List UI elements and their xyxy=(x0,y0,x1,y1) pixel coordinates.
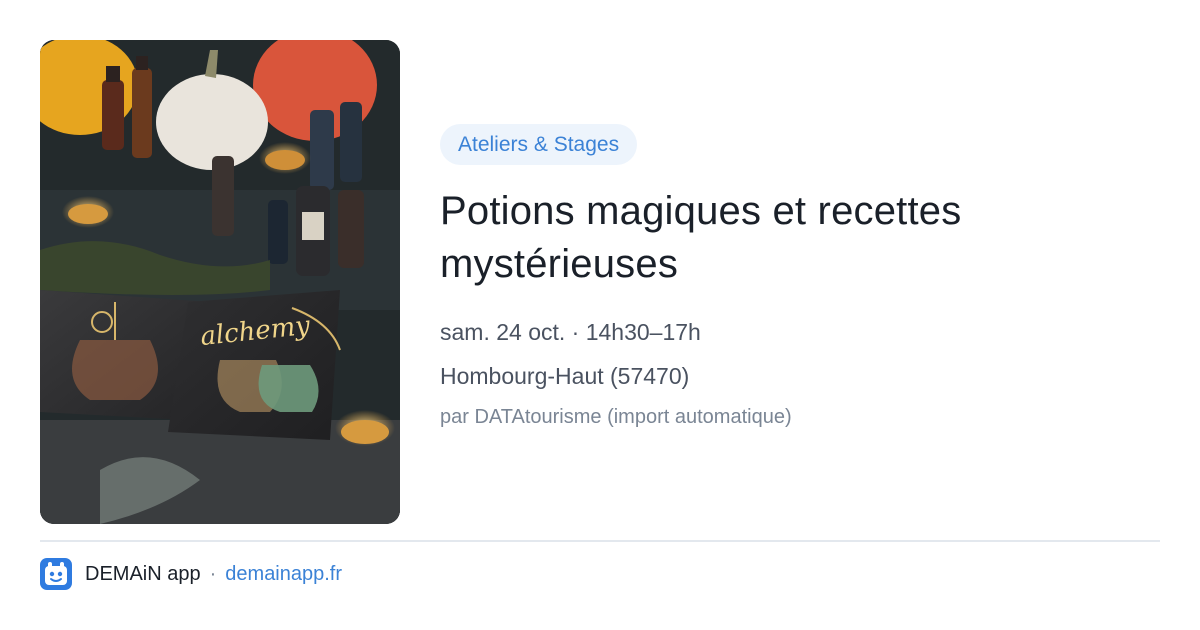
app-website-link[interactable]: demainapp.fr xyxy=(225,563,342,586)
app-name: DEMAiN app xyxy=(85,562,201,585)
footer-divider xyxy=(40,540,1160,542)
event-source: par DATAtourisme (import automatique) xyxy=(440,406,792,428)
event-location: Hombourg-Haut (57470) xyxy=(440,363,690,389)
event-title[interactable]: Potions magiques et recettes mystérieuse… xyxy=(440,185,1160,291)
event-date: sam. 24 oct. · 14h30–17h xyxy=(440,319,701,345)
demain-app-logo-icon xyxy=(40,558,72,590)
footer-separator: · xyxy=(209,562,217,585)
event-preview-card[interactable]: alchemy Ateliers & Stages Potions magiqu… xyxy=(0,0,1200,630)
footer: DEMAiN app · demainapp.fr xyxy=(40,557,342,591)
event-image: alchemy xyxy=(40,40,400,524)
event-info: Ateliers & Stages Potions magiques et re… xyxy=(440,124,1160,431)
category-badge[interactable]: Ateliers & Stages xyxy=(440,124,638,165)
